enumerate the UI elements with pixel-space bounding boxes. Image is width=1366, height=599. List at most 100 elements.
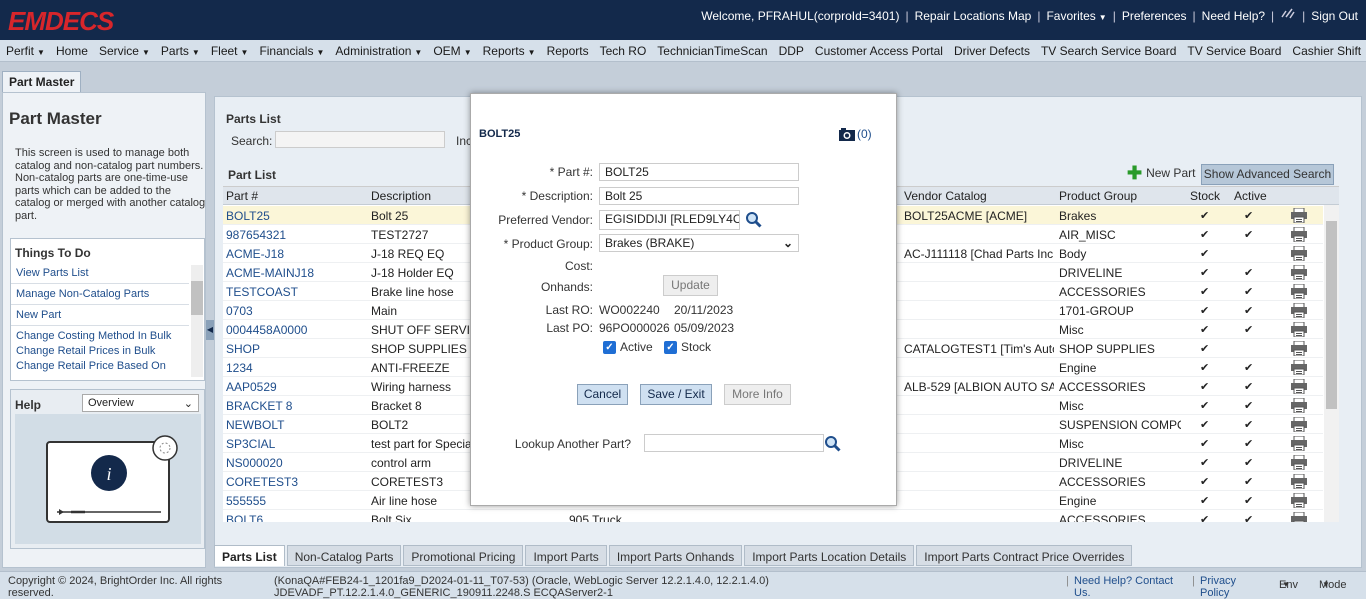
col-active[interactable]: Active [1234, 189, 1267, 203]
things-item-new-part[interactable]: New Part [11, 305, 189, 326]
favorites-menu[interactable]: Favorites ▼ [1046, 9, 1106, 23]
print-icon[interactable] [1291, 360, 1307, 378]
print-icon[interactable] [1291, 303, 1307, 321]
col-vendor-catalog[interactable]: Vendor Catalog [904, 189, 987, 203]
sign-out-link[interactable]: Sign Out [1311, 9, 1358, 23]
things-scrollbar[interactable] [191, 265, 203, 377]
menu-oem[interactable]: OEM ▼ [433, 44, 471, 58]
photo-link[interactable]: (0) [839, 127, 872, 141]
privacy-policy-link[interactable]: Privacy Policy [1200, 575, 1250, 599]
part-number-cell[interactable]: TESTCOAST [226, 285, 366, 299]
help-topic-select[interactable]: Overview ⌄ [82, 394, 199, 412]
new-part-button[interactable]: ✚ New Part [1127, 164, 1195, 182]
menu-tv-service-board[interactable]: TV Service Board [1187, 44, 1281, 58]
part-number-cell[interactable]: NS000020 [226, 456, 366, 470]
search-input[interactable] [275, 131, 445, 148]
part-number-cell[interactable]: 555555 [226, 494, 366, 508]
menu-tv-search-service-board[interactable]: TV Search Service Board [1041, 44, 1176, 58]
collapse-panel-button[interactable]: ◀ [206, 320, 214, 340]
menu-service[interactable]: Service ▼ [99, 44, 150, 58]
tab-import-parts[interactable]: Import Parts [525, 545, 607, 566]
preferences-link[interactable]: Preferences [1122, 9, 1187, 23]
things-item-view-parts-list[interactable]: View Parts List [11, 263, 189, 284]
menu-reports[interactable]: Reports [547, 44, 589, 58]
print-icon[interactable] [1291, 246, 1307, 264]
things-item-change-retail-based[interactable]: Change Retail Price Based On [11, 357, 189, 376]
menu-cashier-shift[interactable]: Cashier Shift [1292, 44, 1361, 58]
print-icon[interactable] [1291, 493, 1307, 511]
cancel-button[interactable]: Cancel [577, 384, 628, 405]
need-help-link[interactable]: Need Help? [1202, 9, 1265, 23]
more-info-button[interactable]: More Info [724, 384, 791, 405]
description-input[interactable]: Bolt 25 [599, 187, 799, 205]
part-number-cell[interactable]: 0004458A0000 [226, 323, 366, 337]
part-number-cell[interactable]: BRACKET 8 [226, 399, 366, 413]
part-number-cell[interactable]: ACME-J18 [226, 247, 366, 261]
tab-import-parts-location[interactable]: Import Parts Location Details [744, 545, 915, 566]
lookup-search-icon[interactable] [824, 435, 841, 455]
tab-import-parts-contract[interactable]: Import Parts Contract Price Overrides [916, 545, 1133, 566]
part-number-cell[interactable]: ACME-MAINJ18 [226, 266, 366, 280]
menu-home[interactable]: Home [56, 44, 88, 58]
vendor-search-icon[interactable] [745, 211, 762, 231]
help-video[interactable]: i [15, 414, 201, 544]
need-help-contact-link[interactable]: Need Help? Contact Us. [1074, 575, 1184, 599]
table-scrollbar[interactable] [1324, 205, 1339, 522]
part-number-cell[interactable]: 0703 [226, 304, 366, 318]
table-row[interactable]: BOLT6 Bolt Six 905 Truck ACCESSORIES ✔ ✔ [223, 510, 1323, 522]
things-item-manage-non-catalog[interactable]: Manage Non-Catalog Parts [11, 284, 189, 305]
part-number-cell[interactable]: 987654321 [226, 228, 366, 242]
repair-locations-map-link[interactable]: Repair Locations Map [915, 9, 1032, 23]
part-number-cell[interactable]: CORETEST3 [226, 475, 366, 489]
preferred-vendor-input[interactable]: EGISIDDIJI [RLED9LY4CS] [599, 210, 740, 230]
print-icon[interactable] [1291, 227, 1307, 245]
col-part-number[interactable]: Part # [226, 189, 258, 203]
tab-promotional-pricing[interactable]: Promotional Pricing [403, 545, 524, 566]
save-exit-button[interactable]: Save / Exit [640, 384, 712, 405]
show-advanced-search-button[interactable]: Show Advanced Search [1201, 164, 1334, 185]
lookup-another-part-input[interactable] [644, 434, 824, 452]
part-number-cell[interactable]: BOLT6 [226, 513, 366, 522]
menu-reports-dropdown[interactable]: Reports ▼ [483, 44, 536, 58]
print-icon[interactable] [1291, 512, 1307, 522]
active-checkbox[interactable]: ✓ [603, 341, 616, 354]
tab-import-parts-onhands[interactable]: Import Parts Onhands [608, 545, 743, 566]
menu-perfit[interactable]: Perfit ▼ [6, 44, 45, 58]
col-stock[interactable]: Stock [1190, 189, 1220, 203]
product-group-select[interactable]: Brakes (BRAKE) ⌄ [599, 234, 799, 252]
app-logo[interactable]: EMDECS [8, 6, 114, 37]
menu-fleet[interactable]: Fleet ▼ [211, 44, 249, 58]
print-icon[interactable] [1291, 208, 1307, 226]
part-number-cell[interactable]: NEWBOLT [226, 418, 366, 432]
print-icon[interactable] [1291, 398, 1307, 416]
part-number-cell[interactable]: 1234 [226, 361, 366, 375]
menu-driver-defects[interactable]: Driver Defects [954, 44, 1030, 58]
part-number-cell[interactable]: AAP0529 [226, 380, 366, 394]
print-icon[interactable] [1291, 322, 1307, 340]
menu-ddp[interactable]: DDP [779, 44, 804, 58]
part-number-cell[interactable]: SP3CIAL [226, 437, 366, 451]
tab-parts-list[interactable]: Parts List [214, 545, 285, 566]
menu-financials[interactable]: Financials ▼ [259, 44, 324, 58]
print-icon[interactable] [1291, 474, 1307, 492]
part-number-cell[interactable]: BOLT25 [226, 209, 366, 223]
update-button[interactable]: Update [663, 275, 718, 296]
menu-customer-access-portal[interactable]: Customer Access Portal [815, 44, 943, 58]
print-icon[interactable] [1291, 265, 1307, 283]
link-status-icon[interactable] [1280, 8, 1296, 23]
things-item-change-costing[interactable]: Change Costing Method In Bulk [11, 326, 189, 342]
print-icon[interactable] [1291, 341, 1307, 359]
col-description[interactable]: Description [371, 189, 431, 203]
part-number-input[interactable]: BOLT25 [599, 163, 799, 181]
tab-non-catalog-parts[interactable]: Non-Catalog Parts [286, 545, 402, 566]
menu-tech-ro[interactable]: Tech RO [600, 44, 647, 58]
print-icon[interactable] [1291, 417, 1307, 435]
tab-part-master[interactable]: Part Master [2, 71, 82, 92]
menu-technician-timescan[interactable]: TechnicianTimeScan [657, 44, 767, 58]
print-icon[interactable] [1291, 284, 1307, 302]
menu-parts[interactable]: Parts ▼ [161, 44, 200, 58]
print-icon[interactable] [1291, 436, 1307, 454]
things-item-change-retail[interactable]: Change Retail Prices in Bulk [11, 342, 189, 357]
print-icon[interactable] [1291, 379, 1307, 397]
menu-administration[interactable]: Administration ▼ [335, 44, 422, 58]
